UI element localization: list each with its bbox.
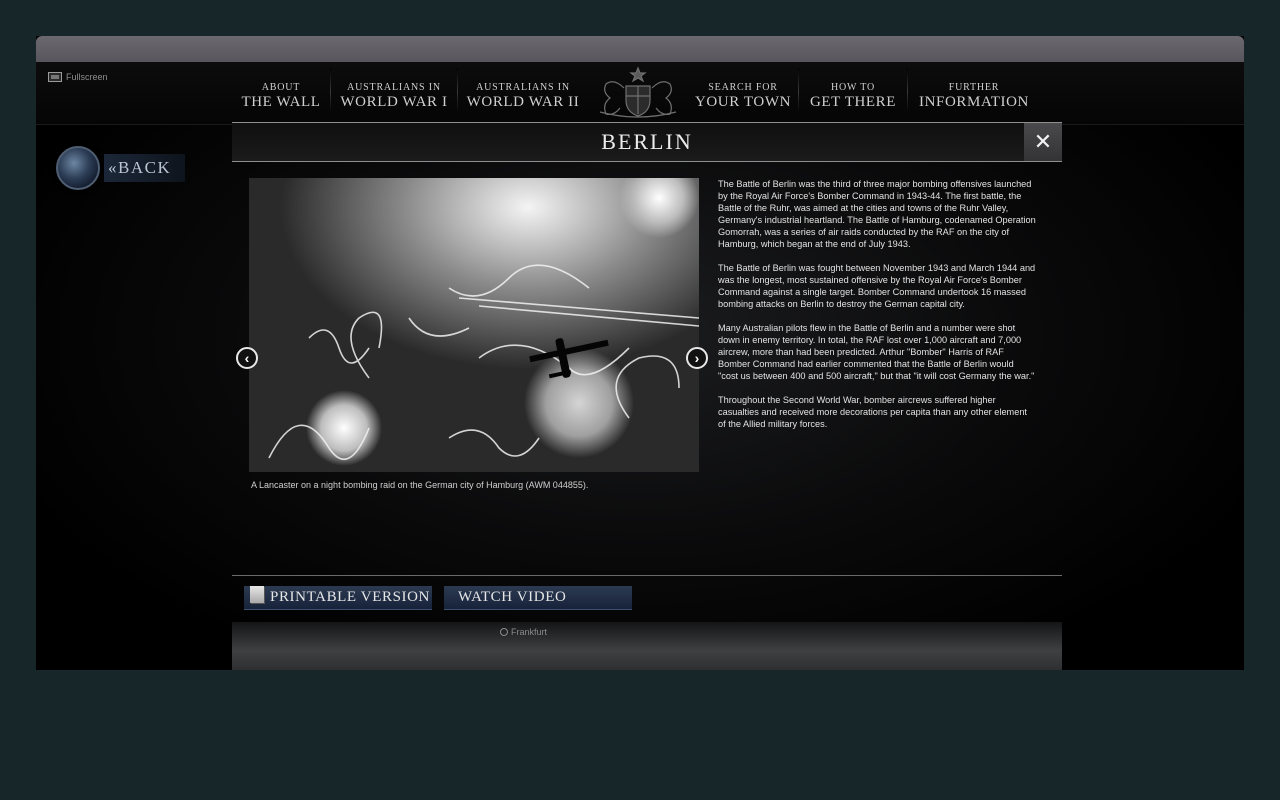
- previous-photo-button[interactable]: ‹: [236, 347, 258, 369]
- nav-search-your-town[interactable]: Search For Your Town: [688, 62, 798, 120]
- nav-label-line2: World War II: [466, 94, 580, 110]
- next-photo-button[interactable]: ›: [686, 347, 708, 369]
- nav-label-line1: Australians in: [476, 82, 570, 93]
- article-body: The Battle of Berlin was the third of th…: [718, 178, 1036, 442]
- document-icon: [250, 586, 264, 603]
- back-label: «Back: [104, 154, 186, 182]
- nav-about-the-wall[interactable]: About The Wall: [232, 62, 330, 120]
- nav-how-to-get-there[interactable]: How To Get There: [799, 62, 907, 120]
- nav-label-line1: How To: [831, 82, 875, 93]
- article-paragraph: The Battle of Berlin was the third of th…: [718, 179, 1036, 249]
- watch-video-label: Watch Video: [458, 589, 567, 605]
- nav-label-line2: Your Town: [694, 94, 792, 110]
- panel-footer-divider: [232, 575, 1062, 576]
- close-button[interactable]: ✕: [1024, 123, 1062, 161]
- watch-video-button[interactable]: Watch Video: [444, 586, 632, 610]
- nav-label-line2: World War I: [340, 94, 448, 110]
- article-paragraph: The Battle of Berlin was fought between …: [718, 263, 1036, 309]
- fullscreen-label: Fullscreen: [66, 72, 108, 82]
- close-icon: ✕: [1033, 129, 1053, 154]
- nav-australians-ww2[interactable]: Australians in World War II: [458, 62, 588, 120]
- gallery-photo: [249, 178, 699, 472]
- chevron-right-icon: ›: [694, 350, 700, 366]
- coat-of-arms-icon: [588, 62, 688, 120]
- nav-label-line1: Search For: [708, 82, 778, 93]
- window-titlebar[interactable]: [36, 36, 1244, 62]
- nav-label-line2: Get There: [809, 94, 897, 110]
- chevron-left-icon: ‹: [244, 350, 250, 366]
- printable-version-label: Printable Version: [270, 589, 430, 605]
- photo-caption: A Lancaster on a night bombing raid on t…: [251, 480, 589, 490]
- nav-label-line1: Australians in: [347, 82, 441, 93]
- nav-label-line1: Further: [948, 82, 1000, 93]
- content-panel: Berlin ✕: [232, 122, 1062, 662]
- main-nav: About The Wall Australians in World War …: [232, 62, 1040, 120]
- globe-icon: [56, 146, 100, 190]
- fullscreen-icon: [48, 72, 62, 82]
- app-stage: Fullscreen About The Wall Australians in…: [36, 62, 1244, 670]
- page-title: Berlin: [601, 129, 693, 154]
- nav-australians-ww1[interactable]: Australians in World War I: [331, 62, 457, 120]
- fullscreen-toggle[interactable]: Fullscreen: [48, 72, 108, 82]
- article-paragraph: Throughout the Second World War, bomber …: [718, 395, 1027, 429]
- nav-label-line1: About: [261, 82, 301, 93]
- nav-further-information[interactable]: Further Information: [908, 62, 1040, 120]
- nav-label-line2: Information: [919, 94, 1029, 110]
- nav-label-line2: The Wall: [241, 94, 321, 110]
- panel-header: Berlin ✕: [232, 122, 1062, 162]
- printable-version-button[interactable]: Printable Version: [244, 586, 432, 610]
- app-window: Fullscreen About The Wall Australians in…: [36, 36, 1244, 670]
- article-paragraph: Many Australian pilots flew in the Battl…: [718, 323, 1035, 381]
- back-button[interactable]: «Back: [56, 146, 186, 190]
